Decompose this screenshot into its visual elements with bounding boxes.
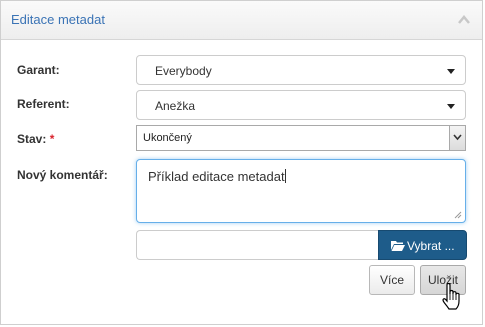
browse-button-label: Vybrat ... bbox=[407, 239, 455, 253]
text-cursor bbox=[284, 169, 286, 183]
hand-pointer-cursor-icon bbox=[442, 283, 460, 310]
resize-grip-icon[interactable] bbox=[454, 211, 462, 219]
folder-open-icon bbox=[391, 241, 405, 251]
comment-value: Příklad editace metadat bbox=[148, 169, 286, 184]
comment-label: Nový komentář: bbox=[17, 168, 108, 182]
garant-label: Garant: bbox=[17, 63, 60, 77]
file-path-input[interactable] bbox=[136, 230, 378, 260]
more-button[interactable]: Více bbox=[369, 265, 415, 295]
chevron-down-icon bbox=[453, 134, 462, 141]
referent-select[interactable]: Anežka bbox=[136, 90, 466, 120]
caret-down-icon bbox=[447, 69, 455, 74]
stav-select[interactable]: Ukončený bbox=[136, 125, 466, 151]
stav-label: Stav: * bbox=[17, 132, 55, 146]
caret-down-icon bbox=[447, 104, 455, 109]
comment-textarea[interactable]: Příklad editace metadat bbox=[136, 159, 466, 223]
browse-file-button[interactable]: Vybrat ... bbox=[378, 230, 467, 260]
referent-value: Anežka bbox=[155, 99, 196, 113]
referent-label: Referent: bbox=[17, 97, 70, 111]
dropdown-button[interactable] bbox=[449, 126, 465, 150]
required-mark: * bbox=[49, 132, 55, 146]
stav-value: Ukončený bbox=[143, 132, 192, 144]
panel-title: Editace metadat bbox=[11, 12, 105, 27]
garant-select[interactable]: Everybody bbox=[136, 55, 466, 85]
garant-value: Everybody bbox=[155, 64, 212, 78]
panel-header[interactable]: Editace metadat bbox=[1, 1, 482, 40]
chevron-up-icon[interactable] bbox=[458, 15, 470, 24]
